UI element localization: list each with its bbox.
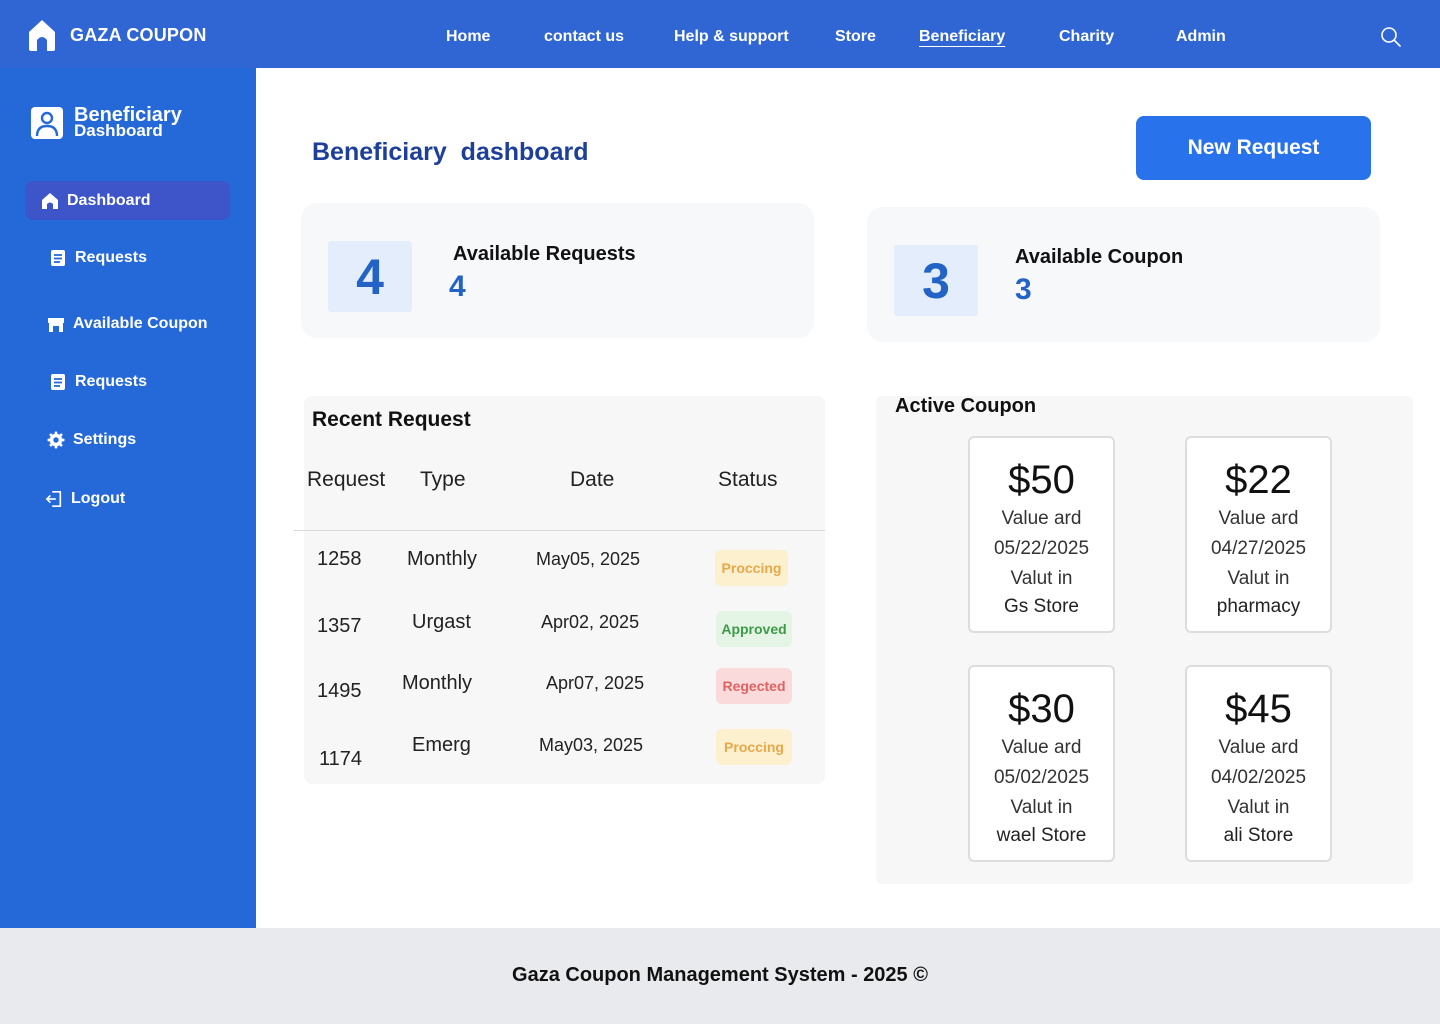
page-title: Beneficiary dashboard [312,138,589,166]
new-request-button[interactable]: New Request [1136,116,1371,180]
nav-store[interactable]: Store [835,28,876,46]
gear-icon [47,430,65,449]
home-logo-icon [29,20,55,51]
sidebar-item-label: Requests [75,248,148,266]
stat-value: 3 [1015,273,1032,306]
status-badge: Proccing [715,550,788,586]
sidebar-item-available-coupon[interactable]: Available Coupon [25,304,230,343]
sidebar: Beneficiary Dashboard Dashboard Requests… [0,68,256,928]
document-icon [51,249,65,266]
sidebar-item-logout[interactable]: Logout [25,479,230,518]
cell-type: Monthly [407,548,478,570]
coupon-date: 04/27/2025 [1210,538,1307,559]
nav-contact-us[interactable]: contact us [544,28,624,46]
cell-request-id: 1258 [317,548,362,570]
sidebar-item-label: Logout [71,489,126,507]
coupon-card[interactable]: $22 Value ard 04/27/2025 Valut in pharma… [1185,436,1332,633]
coupon-date: 05/02/2025 [993,767,1090,788]
brand-name: GAZA COUPON [70,24,207,45]
cell-request-id: 1495 [317,680,362,702]
cell-request-id: 1357 [317,615,362,637]
store-icon [48,317,64,332]
top-navbar: GAZA COUPON Home contact us Help & suppo… [0,0,1440,68]
stat-label: Available Requests [453,243,636,265]
sidebar-title: Beneficiary Dashboard [74,105,182,139]
active-coupon-title: Active Coupon [895,395,1037,417]
sidebar-item-requests[interactable]: Requests [25,238,230,277]
nav-beneficiary[interactable]: Beneficiary [919,28,1005,46]
column-header: Type [420,468,466,491]
coupon-store: wael Store [996,825,1087,846]
coupon-store: ali Store [1223,825,1294,846]
footer-text: Gaza Coupon Management System - 2025 © [512,964,928,986]
nav-admin[interactable]: Admin [1176,28,1226,46]
coupon-label: Valut in [1010,797,1073,818]
home-icon [42,192,58,209]
recent-request-panel [304,396,825,784]
status-badge: Proccing [716,729,792,765]
cell-date: May05, 2025 [536,549,641,569]
sidebar-item-label: Dashboard [67,191,151,209]
stat-box: 4 [328,241,412,312]
coupon-amount: $30 [1008,687,1075,731]
coupon-label: Valut in [1227,797,1290,818]
stat-box: 3 [894,245,978,316]
coupon-store: Gs Store [1004,596,1079,617]
sidebar-header: Beneficiary Dashboard [30,105,182,140]
status-badge: Regected [716,668,792,704]
nav-charity[interactable]: Charity [1059,28,1114,46]
stat-label: Available Coupon [1015,246,1184,268]
column-header: Request [307,468,386,491]
coupon-label: Valut in [1227,568,1290,589]
coupon-amount: $50 [1008,458,1075,502]
sidebar-item-label: Settings [73,430,137,448]
coupon-amount: $22 [1225,458,1292,502]
coupon-label: Valut in [1010,568,1073,589]
sidebar-item-label: Available Coupon [73,314,208,332]
coupon-store: pharmacy [1216,596,1301,617]
coupon-card[interactable]: $50 Value ard 05/22/2025 Valut in Gs Sto… [968,436,1115,633]
sidebar-item-settings[interactable]: Settings [25,420,230,459]
nav-home[interactable]: Home [446,28,490,46]
column-header: Date [570,468,615,491]
table-divider [294,530,825,531]
nav-help-support[interactable]: Help & support [674,28,789,46]
coupon-date: 04/02/2025 [1210,767,1307,788]
coupon-label: Value ard [1218,737,1299,758]
stat-value: 4 [449,270,466,303]
coupon-label: Value ard [1001,737,1082,758]
sidebar-item-requests-2[interactable]: Requests [25,362,230,401]
coupon-card[interactable]: $45 Value ard 04/02/2025 Valut in ali St… [1185,665,1332,862]
cell-date: Apr02, 2025 [541,612,640,632]
status-badge: Approved [716,611,792,647]
sidebar-item-label: Requests [75,372,148,390]
cell-type: Monthly [402,672,473,694]
column-header: Status [718,468,778,491]
cell-request-id: 1174 [319,748,363,770]
user-profile-icon [31,107,63,139]
coupon-amount: $45 [1225,687,1292,731]
document-icon [51,373,65,390]
recent-request-title: Recent Request [312,408,471,431]
cell-date: Apr07, 2025 [546,673,645,693]
brand[interactable]: GAZA COUPON [26,18,207,52]
cell-date: May03, 2025 [539,735,644,755]
coupon-label: Value ard [1218,508,1299,529]
logout-icon [45,490,62,507]
coupon-label: Value ard [1001,508,1082,529]
coupon-date: 05/22/2025 [993,538,1090,559]
cell-type: Urgast [412,611,471,633]
search-icon[interactable] [1380,26,1402,48]
coupon-card[interactable]: $30 Value ard 05/02/2025 Valut in wael S… [968,665,1115,862]
cell-type: Emerg [412,734,471,756]
sidebar-item-dashboard[interactable]: Dashboard [25,181,230,220]
active-coupon-panel [876,396,1413,884]
